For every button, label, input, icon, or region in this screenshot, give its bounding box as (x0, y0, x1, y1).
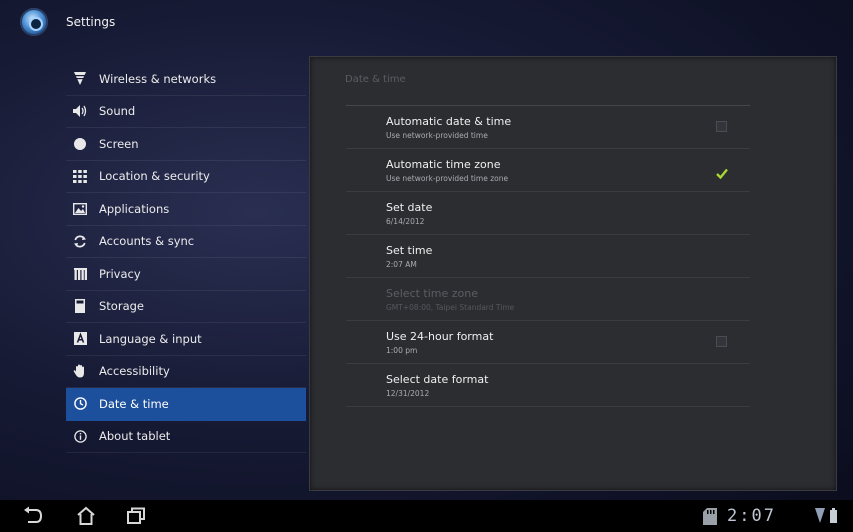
nav-item-date-time[interactable]: Date & time (66, 388, 306, 421)
nav-item-wireless-networks[interactable]: Wireless & networks (66, 63, 306, 96)
nav-item-storage[interactable]: Storage (66, 291, 306, 323)
use-24-hour-format-checkbox[interactable] (716, 336, 727, 347)
pref-summary: Use network-provided time zone (386, 174, 509, 183)
sync-icon (72, 234, 88, 248)
date-time-panel: Date & time Automatic date & time Use ne… (309, 56, 837, 491)
keyboard-letter-icon (72, 332, 88, 346)
nav-item-label: Language & input (99, 331, 202, 346)
pref-title: Set time (386, 244, 433, 257)
pref-summary: Use network-provided time (386, 131, 488, 140)
applications-icon (72, 202, 88, 216)
pref-automatic-date-time[interactable]: Automatic date & time Use network-provid… (346, 106, 750, 149)
pref-summary: 12/31/2012 (386, 389, 430, 398)
system-bar: 2:07 (0, 500, 853, 532)
battery-icon (830, 508, 837, 527)
nav-item-sound[interactable]: Sound (66, 96, 306, 128)
home-icon (77, 506, 95, 525)
pref-set-date[interactable]: Set date 6/14/2012 (346, 192, 750, 235)
nav-item-label: Date & time (99, 396, 169, 411)
recent-apps-button[interactable] (125, 506, 147, 526)
back-icon (24, 506, 43, 523)
back-button[interactable] (22, 506, 44, 526)
nav-item-accounts-sync[interactable]: Accounts & sync (66, 226, 306, 258)
nav-item-label: Wireless & networks (99, 71, 217, 86)
pref-select-date-format[interactable]: Select date format 12/31/2012 (346, 364, 750, 407)
pref-title: Automatic date & time (386, 115, 512, 128)
settings-nav: Wireless & networks Sound Screen Locatio… (66, 63, 306, 453)
privacy-icon (72, 267, 88, 281)
nav-item-accessibility[interactable]: Accessibility (66, 356, 306, 388)
nav-item-label: Screen (99, 136, 139, 151)
nav-item-label: About tablet (99, 429, 171, 444)
nav-item-about-tablet[interactable]: About tablet (66, 421, 306, 453)
storage-icon (72, 299, 88, 314)
signal-icon (815, 508, 825, 527)
automatic-date-time-checkbox[interactable] (716, 121, 727, 132)
pref-title: Select date format (386, 373, 489, 386)
pref-title: Select time zone (386, 287, 479, 300)
pref-title: Use 24-hour format (386, 330, 494, 343)
pref-summary: 2:07 AM (386, 260, 417, 269)
sd-card-icon (703, 508, 717, 529)
nav-item-screen[interactable]: Screen (66, 128, 306, 161)
wifi-icon (72, 72, 88, 86)
nav-item-language-input[interactable]: Language & input (66, 323, 306, 356)
brightness-icon (72, 137, 88, 151)
pref-summary: 6/14/2012 (386, 217, 425, 226)
home-button[interactable] (75, 506, 97, 526)
clock-icon (72, 397, 88, 411)
nav-item-label: Applications (99, 201, 170, 216)
settings-screen: Settings Wireless & networks Sound Scree… (0, 0, 853, 532)
status-clock: 2:07 (727, 506, 776, 526)
info-icon (72, 429, 88, 443)
action-bar: Settings (0, 0, 853, 46)
grid-icon (72, 169, 88, 183)
panel-header: Date & time (345, 74, 406, 85)
nav-item-label: Privacy (99, 266, 141, 281)
nav-item-privacy[interactable]: Privacy (66, 258, 306, 291)
speaker-icon (72, 104, 88, 118)
pref-summary: 1:00 pm (386, 346, 418, 355)
nav-item-label: Accounts & sync (99, 234, 195, 249)
hand-icon (72, 364, 88, 378)
nav-item-label: Location & security (99, 169, 210, 184)
pref-use-24-hour-format[interactable]: Use 24-hour format 1:00 pm (346, 321, 750, 364)
pref-title: Set date (386, 201, 433, 214)
pref-automatic-time-zone[interactable]: Automatic time zone Use network-provided… (346, 149, 750, 192)
nav-item-label: Storage (99, 299, 144, 314)
pref-title: Automatic time zone (386, 158, 501, 171)
settings-app-icon[interactable] (20, 8, 48, 36)
nav-item-location-security[interactable]: Location & security (66, 161, 306, 193)
pref-select-time-zone: Select time zone GMT+08:00, Taipei Stand… (346, 278, 750, 321)
app-title: Settings (66, 15, 116, 29)
pref-summary: GMT+08:00, Taipei Standard Time (386, 303, 515, 312)
preference-list: Automatic date & time Use network-provid… (346, 106, 750, 407)
nav-item-label: Sound (99, 104, 136, 119)
pref-set-time[interactable]: Set time 2:07 AM (346, 235, 750, 278)
automatic-time-zone-checkbox[interactable] (716, 164, 728, 180)
nav-item-label: Accessibility (99, 364, 170, 379)
checkmark-icon (716, 168, 728, 180)
nav-item-applications[interactable]: Applications (66, 193, 306, 226)
recent-apps-icon (127, 507, 145, 524)
